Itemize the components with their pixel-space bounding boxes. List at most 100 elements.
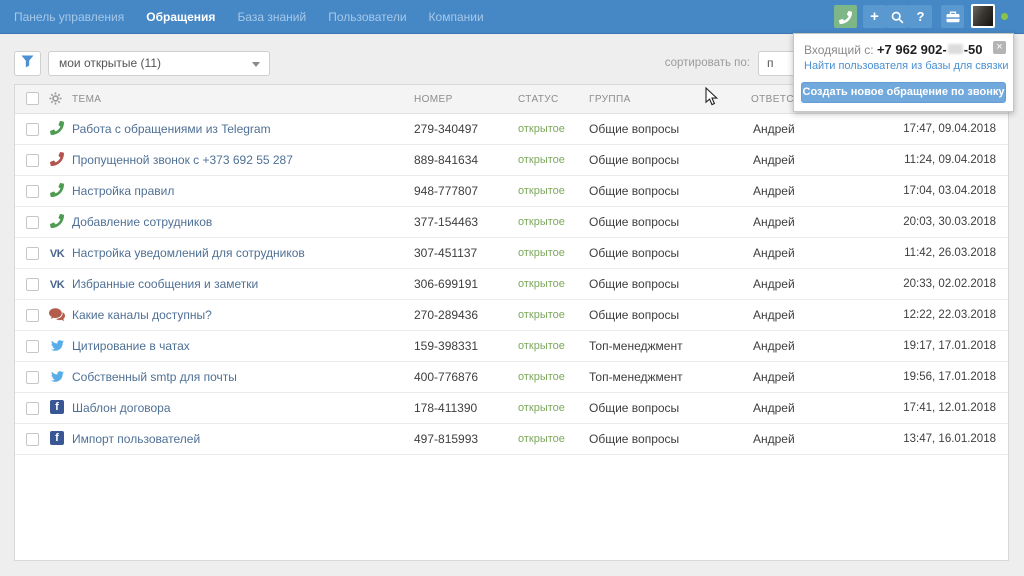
chat-icon <box>49 308 65 321</box>
ticket-row[interactable]: VKНастройка уведомлений для сотрудников3… <box>15 238 1008 269</box>
sort-by-label: сортировать по: <box>630 57 750 69</box>
ticket-topic-link[interactable]: Собственный smtp для почты <box>72 362 237 392</box>
nav-item[interactable]: Пользователи <box>328 10 406 24</box>
caller-number-prefix: +7 962 902- <box>877 42 947 57</box>
ticket-group: Общие вопросы <box>589 300 679 330</box>
ticket-group: Общие вопросы <box>589 393 679 423</box>
ticket-row[interactable]: Собственный smtp для почты400-776876откр… <box>15 362 1008 393</box>
question-icon: ? <box>917 9 925 24</box>
header-status[interactable]: СТАТУС <box>518 94 559 105</box>
ticket-row[interactable]: Какие каналы доступны?270-289436открытое… <box>15 300 1008 331</box>
chevron-down-icon <box>252 62 260 67</box>
ticket-group: Топ-менеджмент <box>589 331 683 361</box>
create-ticket-from-call-button[interactable]: Создать новое обращение по звонку <box>801 82 1006 103</box>
row-checkbox[interactable] <box>26 154 39 167</box>
incoming-call-popup: Входящий с: +7 962 902--50 × Найти польз… <box>793 33 1014 112</box>
row-checkbox[interactable] <box>26 433 39 446</box>
ticket-status: открытое <box>518 269 565 299</box>
header-number[interactable]: НОМЕР <box>414 94 453 105</box>
row-checkbox[interactable] <box>26 340 39 353</box>
row-checkbox[interactable] <box>26 216 39 229</box>
ticket-number: 948-777807 <box>414 176 478 206</box>
organization-button[interactable] <box>941 5 964 28</box>
ticket-row[interactable]: Пропущенной звонок с +373 692 55 287889-… <box>15 145 1008 176</box>
add-ticket-button[interactable]: + <box>863 5 886 28</box>
ticket-topic-link[interactable]: Добавление сотрудников <box>72 207 212 237</box>
ticket-number: 377-154463 <box>414 207 478 237</box>
nav-item[interactable]: Обращения <box>146 10 215 24</box>
channel-icon-cell <box>47 300 67 330</box>
ticket-topic-link[interactable]: Настройка правил <box>72 176 174 206</box>
top-navigation-bar: Панель управления Обращения База знаний Пол… <box>0 0 1024 34</box>
row-checkbox[interactable] <box>26 247 39 260</box>
header-topic[interactable]: ТЕМА <box>72 94 101 105</box>
help-button[interactable]: ? <box>909 5 932 28</box>
phone-missed-icon <box>50 152 64 166</box>
ticket-status: открытое <box>518 424 565 454</box>
ticket-row[interactable]: fШаблон договора178-411390открытоеОбщие … <box>15 393 1008 424</box>
ticket-assignee: Андрей <box>753 145 795 175</box>
ticket-status: открытое <box>518 331 565 361</box>
ticket-date: 20:03, 30.03.2018 <box>903 207 996 237</box>
ticket-row[interactable]: VKИзбранные сообщения и заметки306-69919… <box>15 269 1008 300</box>
select-all-checkbox[interactable] <box>26 92 39 105</box>
ticket-group: Общие вопросы <box>589 238 679 268</box>
ticket-date: 19:56, 17.01.2018 <box>903 362 996 392</box>
row-checkbox[interactable] <box>26 371 39 384</box>
ticket-date: 13:47, 16.01.2018 <box>903 424 996 454</box>
ticket-group: Общие вопросы <box>589 176 679 206</box>
channel-icon-cell: f <box>47 393 67 423</box>
ticket-row[interactable]: Работа с обращениями из Telegram279-3404… <box>15 114 1008 145</box>
ticket-assignee: Андрей <box>753 114 795 144</box>
briefcase-icon <box>946 11 960 23</box>
nav-item[interactable]: База знаний <box>237 10 306 24</box>
ticket-topic-link[interactable]: Какие каналы доступны? <box>72 300 212 330</box>
ticket-topic-link[interactable]: Пропущенной звонок с +373 692 55 287 <box>72 145 293 175</box>
nav-item[interactable]: Панель управления <box>14 10 124 24</box>
ticket-assignee: Андрей <box>753 362 795 392</box>
link-find-user[interactable]: Найти пользователя из базы для связки <box>804 60 1008 72</box>
ticket-row[interactable]: Цитирование в чатах159-398331открытоеТоп… <box>15 331 1008 362</box>
twitter-icon <box>50 370 65 383</box>
row-checkbox[interactable] <box>26 278 39 291</box>
channel-icon-cell <box>47 114 67 144</box>
ticket-number: 306-699191 <box>414 269 478 299</box>
view-filter-dropdown[interactable]: мои открытые (11) <box>48 51 270 76</box>
close-icon[interactable]: × <box>993 41 1006 54</box>
ticket-topic-link[interactable]: Шаблон договора <box>72 393 171 423</box>
phone-incoming-icon <box>50 183 64 197</box>
ticket-topic-link[interactable]: Импорт пользователей <box>72 424 200 454</box>
header-group[interactable]: ГРУППА <box>589 94 631 105</box>
ticket-topic-link[interactable]: Избранные сообщения и заметки <box>72 269 258 299</box>
nav-item[interactable]: Компании <box>429 10 484 24</box>
gear-icon[interactable] <box>49 92 62 105</box>
row-checkbox[interactable] <box>26 123 39 136</box>
ticket-row[interactable]: Добавление сотрудников377-154463открытое… <box>15 207 1008 238</box>
ticket-date: 19:17, 17.01.2018 <box>903 331 996 361</box>
ticket-topic-link[interactable]: Настройка уведомлений для сотрудников <box>72 238 305 268</box>
ticket-assignee: Андрей <box>753 269 795 299</box>
search-button[interactable] <box>886 5 909 28</box>
ticket-topic-link[interactable]: Цитирование в чатах <box>72 331 190 361</box>
ticket-date: 17:47, 09.04.2018 <box>903 114 996 144</box>
ticket-topic-link[interactable]: Работа с обращениями из Telegram <box>72 114 271 144</box>
channel-icon-cell: f <box>47 424 67 454</box>
ticket-date: 12:22, 22.03.2018 <box>903 300 996 330</box>
row-checkbox[interactable] <box>26 185 39 198</box>
ticket-row[interactable]: Настройка правил948-777807открытоеОбщие … <box>15 176 1008 207</box>
row-checkbox[interactable] <box>26 309 39 322</box>
channel-icon-cell <box>47 207 67 237</box>
ticket-status: открытое <box>518 114 565 144</box>
ticket-date: 11:24, 09.04.2018 <box>904 145 996 175</box>
ticket-row[interactable]: fИмпорт пользователей497-815993открытоеО… <box>15 424 1008 455</box>
tickets-table: ТЕМА НОМЕР СТАТУС ГРУППА ОТВЕТСТ Работа … <box>14 84 1009 561</box>
phone-call-button[interactable] <box>834 5 857 28</box>
ticket-status: открытое <box>518 238 565 268</box>
ticket-group: Общие вопросы <box>589 207 679 237</box>
row-checkbox[interactable] <box>26 402 39 415</box>
ticket-group: Общие вопросы <box>589 114 679 144</box>
channel-icon-cell <box>47 145 67 175</box>
filter-button[interactable] <box>14 51 41 76</box>
user-avatar[interactable] <box>971 4 995 28</box>
ticket-assignee: Андрей <box>753 207 795 237</box>
